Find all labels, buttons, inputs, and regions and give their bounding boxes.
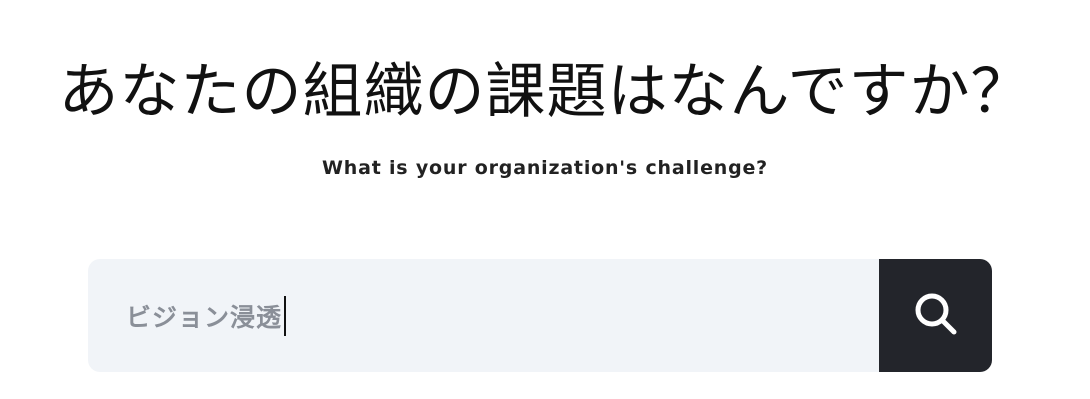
search-icon [913, 291, 959, 341]
search-button[interactable] [879, 259, 992, 372]
text-caret [284, 295, 287, 336]
search-input[interactable]: ビジョン浸透 [88, 259, 879, 372]
search-input-value: ビジョン浸透 [126, 302, 283, 332]
page-subtitle: What is your organization's challenge? [321, 157, 769, 179]
search-bar: ビジョン浸透 [88, 259, 992, 372]
page-title: あなたの組織の課題はなんですか？ [58, 57, 1032, 127]
